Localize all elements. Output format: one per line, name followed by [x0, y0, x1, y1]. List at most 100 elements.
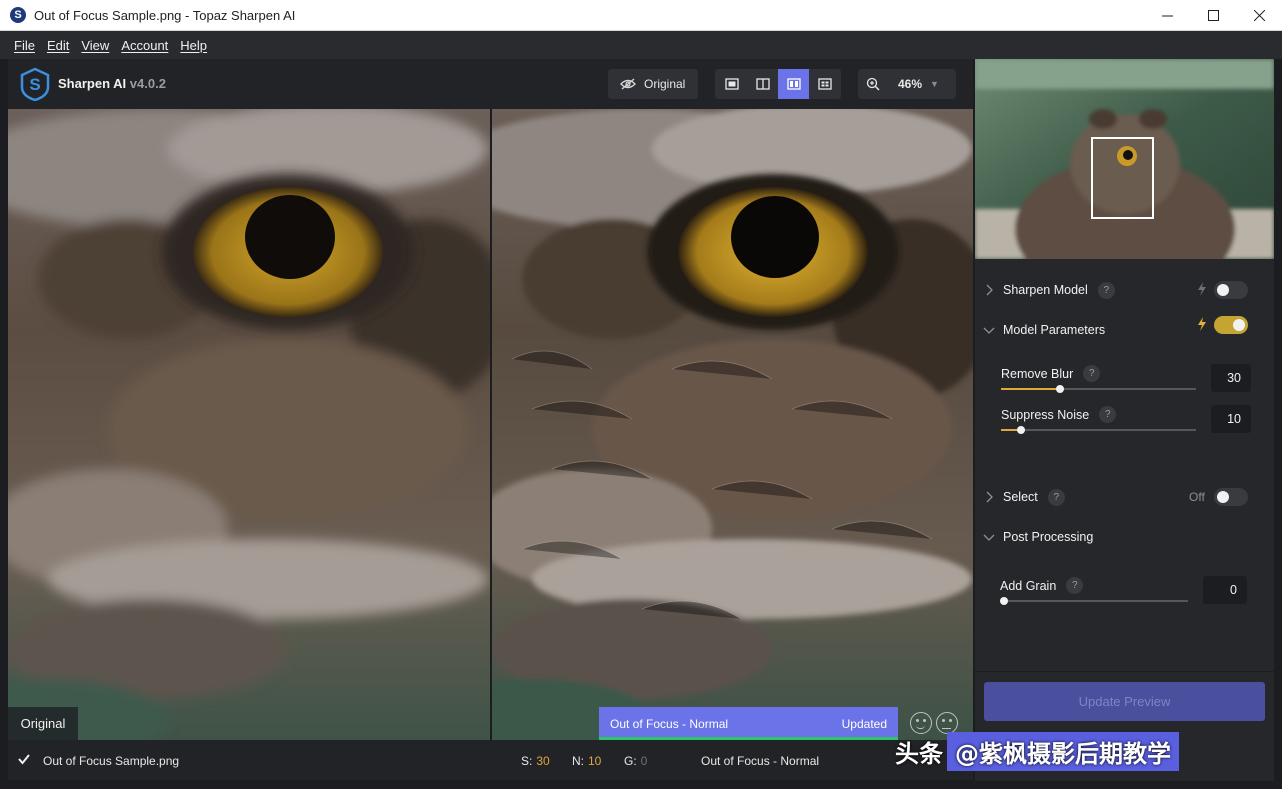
original-pane-label: Original — [8, 707, 78, 740]
split-view-button[interactable] — [747, 69, 778, 99]
add-grain-value[interactable]: 0 — [1203, 576, 1247, 604]
chevron-down-icon — [983, 534, 995, 541]
remove-blur-slider[interactable] — [1001, 385, 1196, 393]
select-title: Select — [1003, 490, 1038, 504]
app-version: v4.0.2 — [129, 76, 166, 91]
menu-view[interactable]: View — [75, 38, 115, 53]
minimize-icon[interactable] — [1144, 0, 1190, 31]
remove-blur-text: Remove Blur — [1001, 366, 1074, 381]
app-brand: Sharpen AI v4.0.2 — [58, 76, 166, 91]
sharpen-stat-label: S: — [521, 754, 533, 768]
eye-off-icon — [620, 78, 636, 90]
original-label: Original — [644, 77, 686, 91]
checkmark-icon — [18, 754, 30, 765]
model-parameters-title: Model Parameters — [1003, 323, 1106, 337]
lightning-icon — [1198, 282, 1206, 296]
app-window: S Out of Focus Sample.png - Topaz Sharpe… — [0, 0, 1282, 789]
slider-thumb[interactable] — [1000, 597, 1008, 605]
view-mode-group — [715, 69, 841, 99]
title-bar: S Out of Focus Sample.png - Topaz Sharpe… — [0, 0, 1282, 31]
slider-thumb[interactable] — [1055, 385, 1064, 393]
select-toggle[interactable] — [1214, 488, 1248, 506]
chevron-right-icon — [986, 284, 993, 296]
app-name: Sharpen AI — [58, 76, 127, 91]
post-processing-title: Post Processing — [1003, 530, 1094, 544]
close-icon[interactable] — [1236, 0, 1282, 31]
help-icon[interactable]: ? — [1097, 281, 1115, 299]
zoom-control[interactable]: 46% ▼ — [858, 69, 956, 99]
sharpen-logo-icon: S — [20, 67, 50, 101]
noise-stat-label: N: — [572, 754, 584, 768]
zoom-level: 46% — [898, 77, 923, 91]
settings-panel: Sharpen Model ? Model Parameters Remove … — [975, 59, 1274, 781]
suppress-noise-slider[interactable] — [1001, 426, 1196, 434]
navigator-thumbnail[interactable] — [975, 59, 1274, 259]
sharpened-preview-pane[interactable] — [492, 109, 973, 740]
noise-stat: N: 10 — [572, 754, 601, 768]
original-preview-pane[interactable] — [8, 109, 490, 740]
model-parameters-toggle[interactable] — [1214, 316, 1248, 334]
help-icon[interactable]: ? — [1047, 488, 1065, 506]
single-view-icon — [724, 78, 739, 90]
maximize-icon[interactable] — [1190, 0, 1236, 31]
window-title: Out of Focus Sample.png - Topaz Sharpen … — [34, 7, 296, 23]
help-icon[interactable]: ? — [1066, 577, 1084, 594]
sharpen-model-title: Sharpen Model — [1003, 283, 1088, 297]
menu-help[interactable]: Help — [174, 38, 213, 53]
watermark: 头条 @紫枫摄影后期教学 — [895, 731, 1265, 771]
chevron-down-icon[interactable]: ▼ — [930, 79, 939, 89]
menu-file[interactable]: File — [8, 38, 41, 53]
suppress-noise-label: Suppress Noise ? — [1001, 406, 1117, 423]
model-tag-name: Out of Focus - Normal — [610, 716, 729, 731]
grain-stat-label: G: — [624, 754, 637, 768]
grain-stat-value: 0 — [640, 754, 648, 768]
split-view-icon — [755, 78, 770, 90]
update-preview-button[interactable]: Update Preview — [984, 682, 1265, 721]
svg-text:S: S — [29, 75, 40, 94]
slider-thumb[interactable] — [1016, 426, 1025, 434]
owl-sharpened-image — [492, 109, 973, 740]
grain-stat: G: 0 — [624, 754, 647, 768]
status-model-name: Out of Focus - Normal — [701, 754, 820, 768]
remove-blur-value[interactable]: 30 — [1211, 364, 1251, 392]
side-by-side-view-button[interactable] — [778, 69, 809, 99]
window-controls — [1144, 0, 1282, 31]
noise-stat-value: 10 — [588, 754, 602, 768]
help-icon[interactable]: ? — [1099, 406, 1117, 423]
side-by-side-icon — [786, 78, 801, 90]
watermark-prefix: 头条 — [895, 739, 943, 768]
status-bar: Out of Focus Sample.png S: 30 N: 10 G: 0 Ou… — [8, 740, 973, 780]
menu-bar: File Edit View Account Help — [0, 31, 1282, 59]
sharpen-model-toggle[interactable] — [1214, 281, 1248, 299]
navigator-viewport-box[interactable] — [1091, 137, 1154, 219]
model-tag-status: Updated — [841, 716, 887, 731]
zoom-icon[interactable] — [858, 77, 888, 91]
select-state-text: Off — [1189, 490, 1205, 504]
menu-account[interactable]: Account — [115, 38, 174, 53]
sharpen-stat: S: 30 — [521, 754, 550, 768]
owl-original-image — [8, 109, 490, 740]
toolbar: S Sharpen AI v4.0.2 Original 46% ▼ — [8, 59, 973, 109]
chevron-right-icon — [986, 491, 993, 503]
help-icon[interactable]: ? — [1083, 365, 1101, 382]
lightning-icon — [1198, 317, 1206, 331]
section-post-processing[interactable]: Post Processing — [975, 522, 1274, 552]
suppress-noise-text: Suppress Noise — [1001, 407, 1090, 422]
watermark-handle: @紫枫摄影后期教学 — [947, 731, 1179, 771]
panel-divider — [975, 671, 1274, 672]
app-icon: S — [10, 7, 26, 23]
menu-edit[interactable]: Edit — [41, 38, 75, 53]
sharpen-stat-value: 30 — [536, 754, 550, 768]
model-status-tag: Out of Focus - Normal Updated — [599, 707, 898, 740]
suppress-noise-value[interactable]: 10 — [1211, 405, 1251, 433]
file-name[interactable]: Out of Focus Sample.png — [43, 754, 179, 768]
comparison-grid-view-button[interactable] — [809, 69, 840, 99]
grid-view-icon — [817, 78, 832, 90]
remove-blur-label: Remove Blur ? — [1001, 365, 1101, 382]
chevron-down-icon — [983, 327, 995, 334]
add-grain-label: Add Grain ? — [1000, 577, 1084, 594]
single-view-button[interactable] — [716, 69, 747, 99]
original-toggle-button[interactable]: Original — [608, 69, 698, 99]
add-grain-slider[interactable] — [1000, 597, 1188, 605]
add-grain-text: Add Grain — [1000, 578, 1057, 593]
